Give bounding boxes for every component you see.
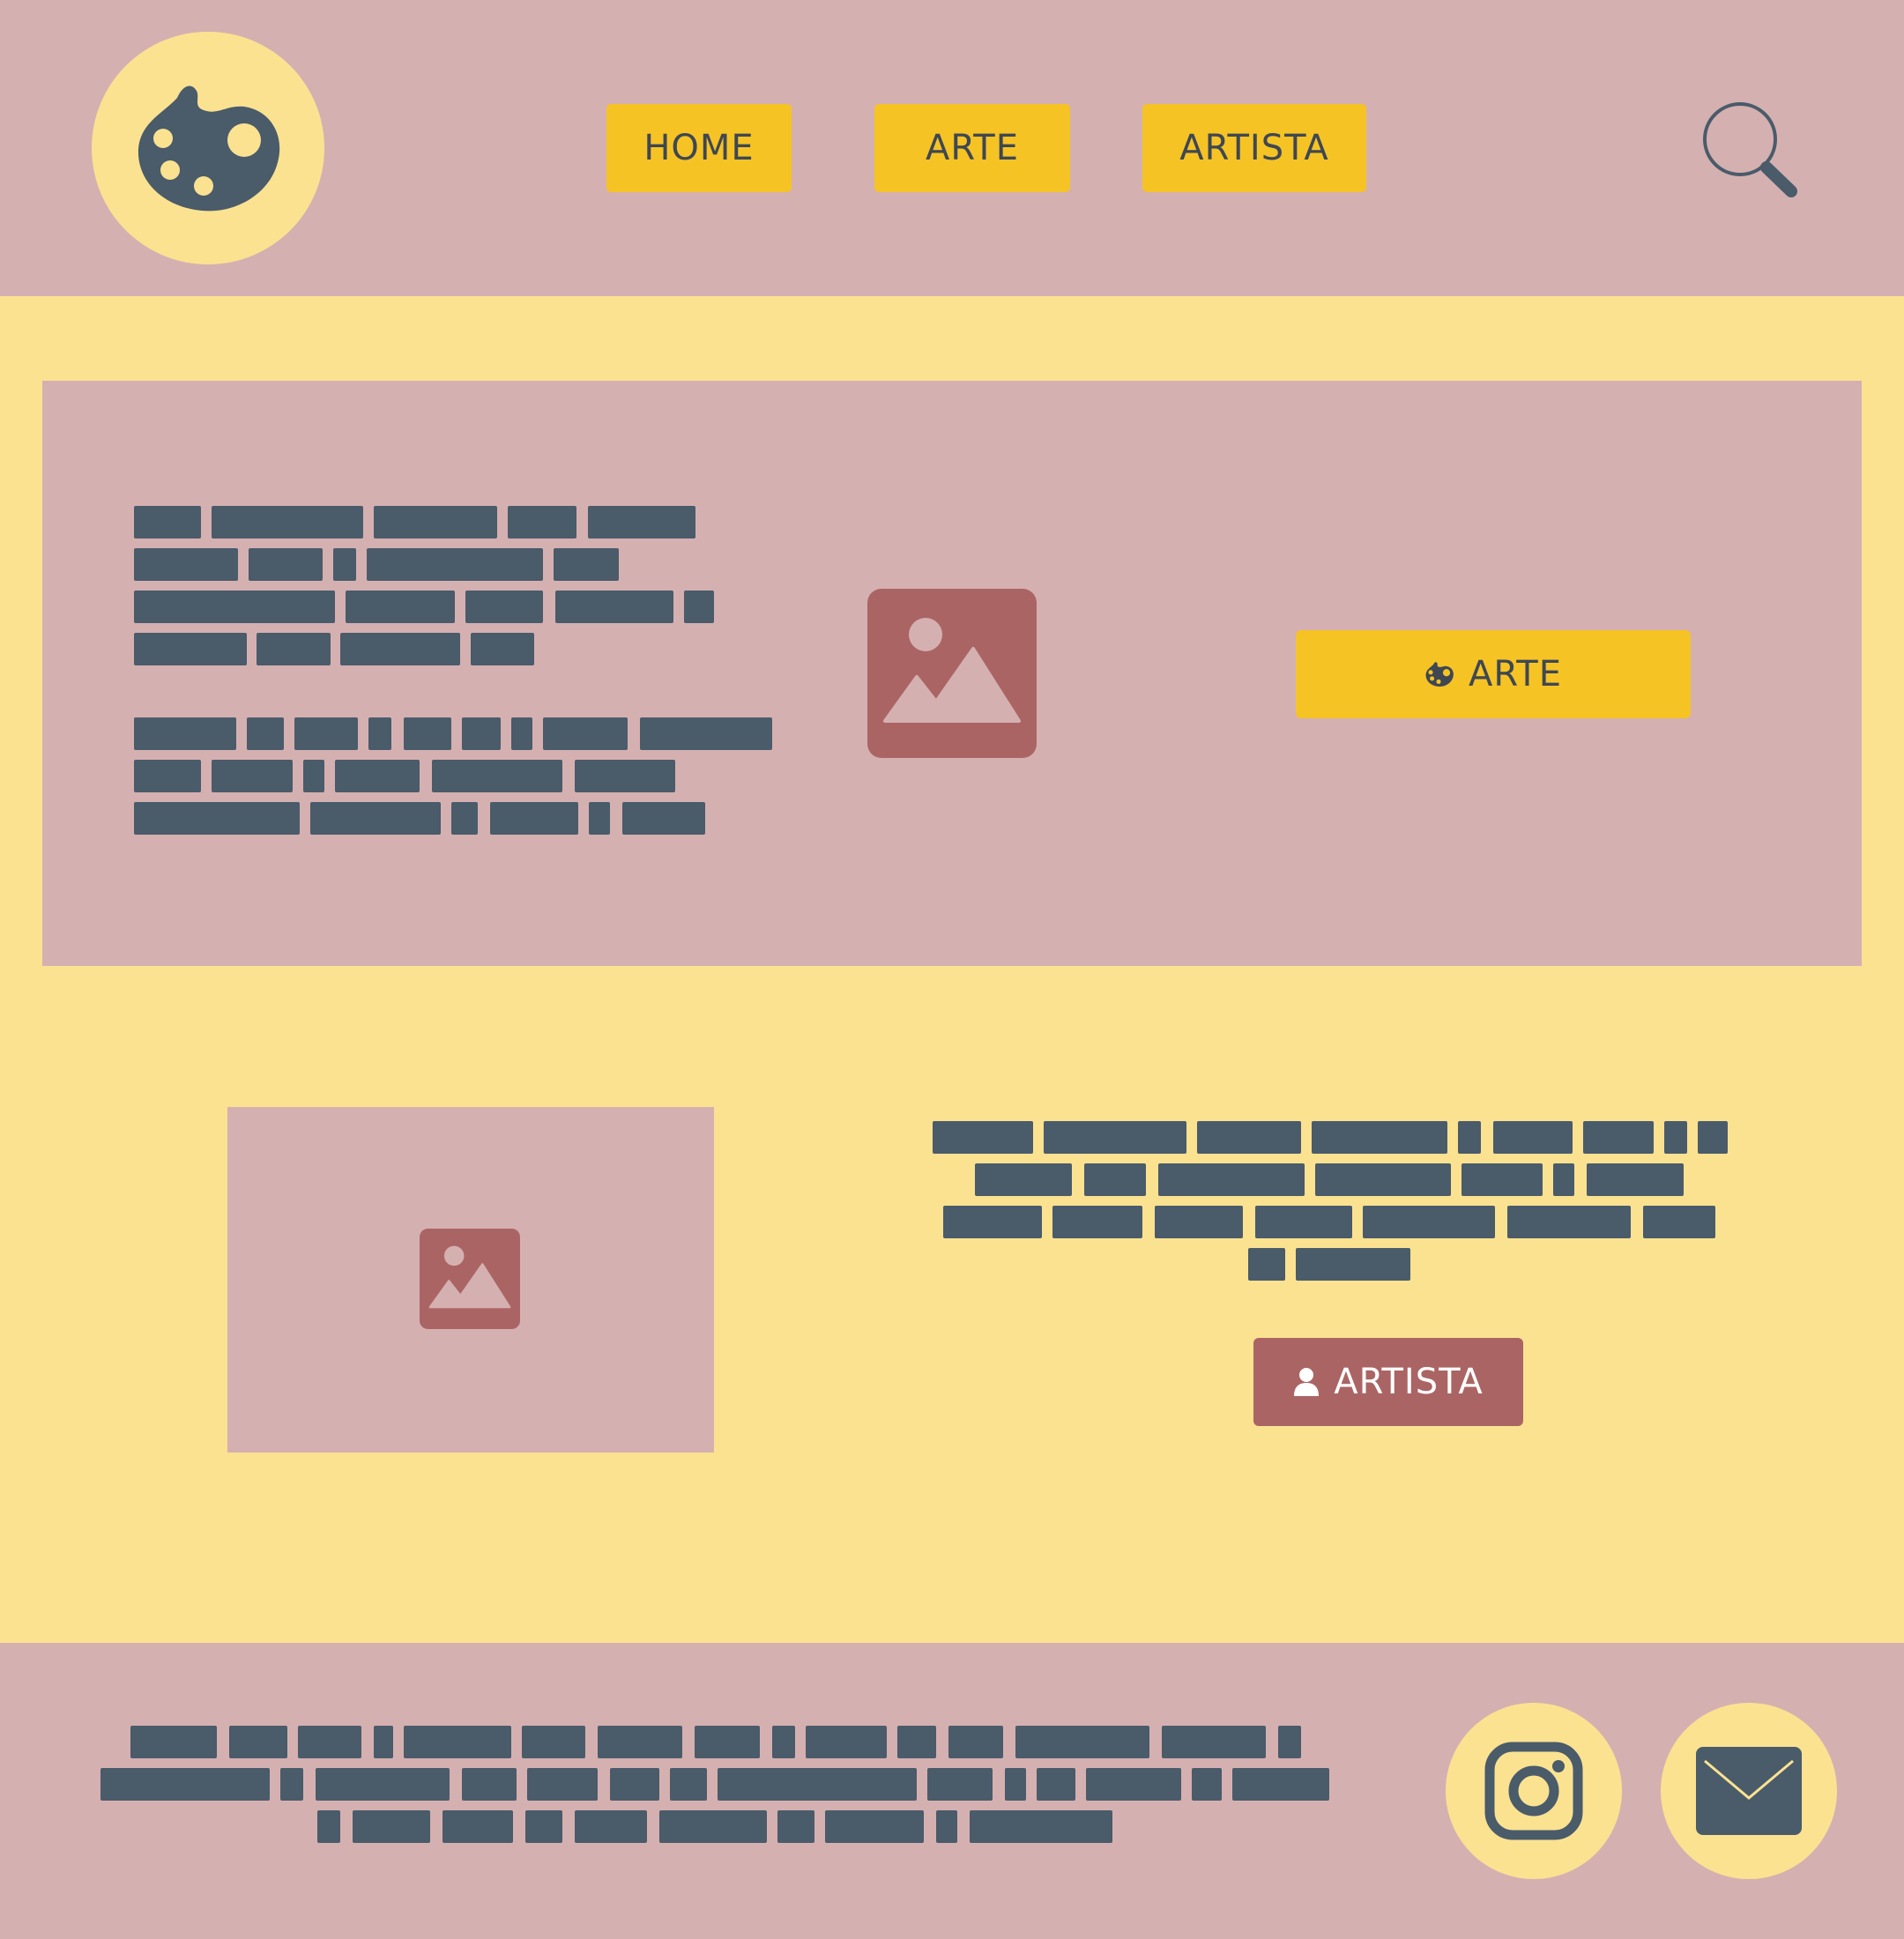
arte-cta-label: ARTE <box>1469 654 1562 695</box>
nav-artista-button[interactable]: ARTISTA <box>1142 104 1366 192</box>
arte-cta-button[interactable]: ARTE <box>1296 630 1691 718</box>
email-link[interactable] <box>1661 1703 1837 1879</box>
search-icon[interactable] <box>1699 100 1798 199</box>
site-logo[interactable] <box>92 32 324 264</box>
mail-icon <box>1696 1747 1802 1835</box>
artista-cta-label: ARTISTA <box>1334 1362 1484 1402</box>
palette-icon <box>138 85 280 212</box>
image-placeholder-icon <box>867 589 1037 758</box>
instagram-icon <box>1484 1742 1583 1840</box>
feature-image-card <box>227 1107 714 1452</box>
user-icon <box>1294 1368 1320 1396</box>
image-placeholder-icon <box>420 1229 520 1329</box>
nav-arte-button[interactable]: ARTE <box>874 104 1070 192</box>
artista-cta-button[interactable]: ARTISTA <box>1253 1338 1523 1426</box>
nav-home-button[interactable]: HOME <box>606 104 792 192</box>
palette-icon <box>1425 662 1454 687</box>
instagram-link[interactable] <box>1446 1703 1622 1879</box>
